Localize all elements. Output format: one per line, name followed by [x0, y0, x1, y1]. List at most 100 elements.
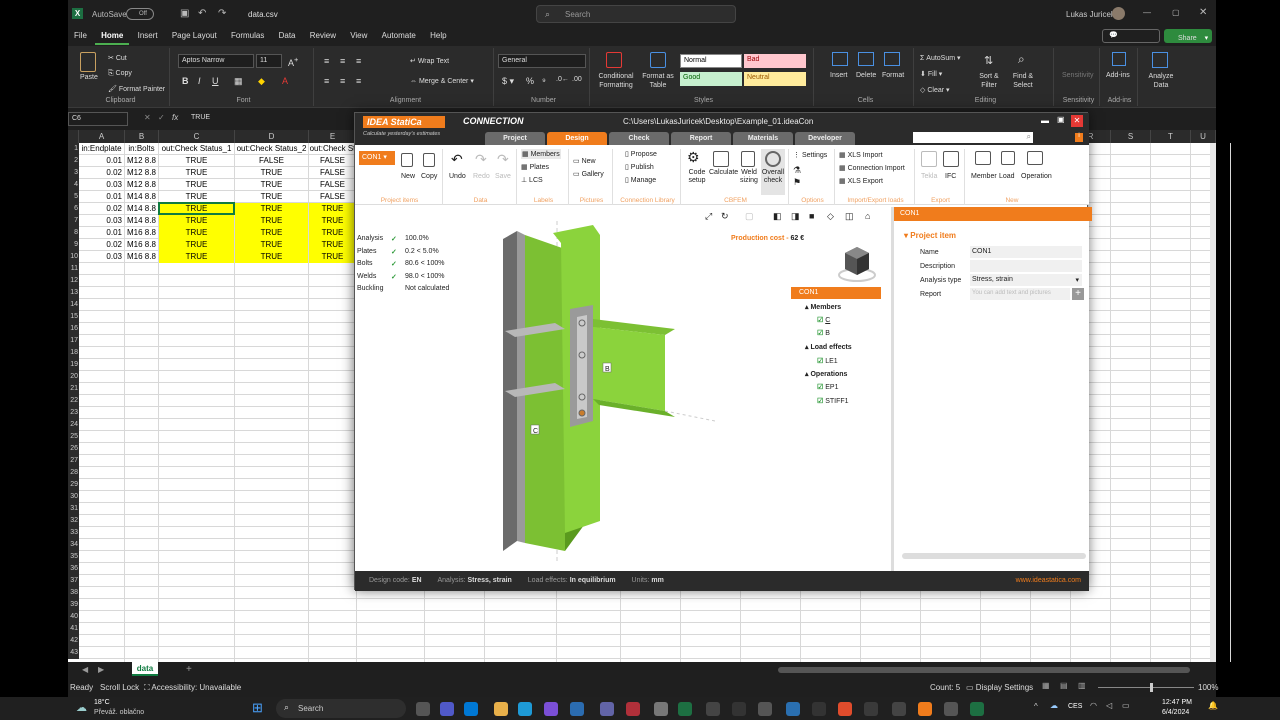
- analyze-data-icon[interactable]: [1152, 52, 1168, 68]
- labels-members-button[interactable]: ▦ Members: [521, 149, 561, 159]
- viewport-3d[interactable]: ⤢ ↻ ▢ ◧ ◨ ■ ◇ ◫ ⌂ Analysis ✓ 100.0% Plates ✓…: [355, 205, 889, 571]
- row-header[interactable]: 15: [68, 311, 79, 323]
- row-header[interactable]: 10: [68, 251, 79, 263]
- row-header[interactable]: 25: [68, 431, 79, 443]
- app-icon-10[interactable]: [812, 702, 826, 716]
- row-header[interactable]: 11: [68, 263, 79, 275]
- tab-home[interactable]: Home: [95, 28, 130, 45]
- row-header[interactable]: 9: [68, 239, 79, 251]
- column-header[interactable]: A: [79, 130, 125, 143]
- table-cell[interactable]: 0.02: [79, 203, 124, 215]
- column-header[interactable]: C: [159, 130, 235, 143]
- clear-button[interactable]: ◇ Clear ▾: [920, 86, 950, 94]
- excel-taskbar-icon[interactable]: [970, 702, 984, 716]
- table-cell[interactable]: 0.02: [79, 239, 124, 251]
- app-icon-5[interactable]: [678, 702, 692, 716]
- decrease-decimal-icon[interactable]: .00: [572, 76, 582, 83]
- tree-root[interactable]: CON1: [791, 287, 881, 299]
- table-cell[interactable]: TRUE: [309, 203, 356, 215]
- description-input[interactable]: [970, 260, 1082, 272]
- row-header[interactable]: 16: [68, 323, 79, 335]
- underline-icon[interactable]: U: [212, 76, 219, 86]
- app-icon-4[interactable]: [654, 702, 668, 716]
- name-input[interactable]: CON1: [970, 246, 1082, 258]
- table-cell[interactable]: TRUE: [159, 215, 234, 227]
- table-cell[interactable]: TRUE: [235, 179, 308, 191]
- comma-icon[interactable]: ⁹: [542, 76, 546, 86]
- option-icon-2[interactable]: ⚑: [793, 177, 801, 188]
- column-header[interactable]: E: [309, 130, 357, 143]
- new-operation-icon[interactable]: [1027, 151, 1043, 165]
- table-cell[interactable]: M12 8.8: [125, 155, 158, 167]
- ifc-icon[interactable]: [943, 151, 959, 167]
- analyze-data-button[interactable]: Analyze Data: [1144, 72, 1178, 90]
- table-cell[interactable]: M16 8.8: [125, 239, 158, 251]
- app-icon-7[interactable]: [732, 702, 746, 716]
- table-cell[interactable]: TRUE: [309, 215, 356, 227]
- taskview-icon[interactable]: [416, 702, 430, 716]
- table-cell[interactable]: M16 8.8: [125, 227, 158, 239]
- propose-button[interactable]: ▯ Propose: [625, 150, 657, 158]
- row-header[interactable]: 39: [68, 599, 79, 611]
- name-box[interactable]: C6: [68, 112, 128, 126]
- labels-plates-button[interactable]: ▦ Plates: [521, 163, 549, 171]
- format-painter-button[interactable]: 🖌 Format Painter: [108, 85, 165, 93]
- app-icon-1[interactable]: [570, 702, 584, 716]
- properties-section[interactable]: ▾ Project item: [904, 231, 956, 240]
- bold-icon[interactable]: B: [182, 76, 189, 86]
- rotate-icon[interactable]: ↻: [721, 211, 729, 222]
- ifc-button[interactable]: IFC: [945, 173, 956, 180]
- connection-import-button[interactable]: ▦ Connection Import: [839, 164, 905, 172]
- table-cell[interactable]: 0.03: [79, 251, 124, 263]
- percent-icon[interactable]: %: [526, 76, 534, 86]
- battery-icon[interactable]: ▭: [1122, 701, 1130, 710]
- merge-center-button[interactable]: ⇔ Merge & Center ▾: [410, 77, 474, 85]
- table-cell[interactable]: FALSE: [235, 155, 308, 167]
- xls-import-button[interactable]: ▦ XLS Import: [839, 151, 883, 159]
- wifi-icon[interactable]: ◠: [1090, 701, 1097, 710]
- idea-save-button[interactable]: Save: [495, 173, 511, 180]
- tekla-icon[interactable]: [921, 151, 937, 167]
- autosum-button[interactable]: Σ AutoSum ▾: [920, 54, 961, 62]
- row-header[interactable]: 26: [68, 443, 79, 455]
- table-cell[interactable]: TRUE: [235, 191, 308, 203]
- tree-operations[interactable]: ▴ Operations: [805, 370, 847, 378]
- row-header[interactable]: 37: [68, 575, 79, 587]
- select-icon[interactable]: ▢: [745, 211, 754, 222]
- con-selector[interactable]: CON1 ▾: [359, 151, 395, 165]
- table-cell[interactable]: TRUE: [235, 251, 308, 263]
- labels-lcs-button[interactable]: ⊥ LCS: [521, 176, 543, 184]
- view-wire-icon[interactable]: ◇: [827, 211, 834, 222]
- settings-button[interactable]: ⋮ Settings: [793, 151, 827, 159]
- number-format-select[interactable]: General: [498, 54, 586, 68]
- header-cell[interactable]: out:Check Status_1: [159, 143, 234, 155]
- delete-cells-icon[interactable]: [858, 52, 874, 66]
- header-cell[interactable]: in:Bolts: [125, 143, 158, 155]
- table-cell[interactable]: TRUE: [159, 251, 234, 263]
- table-cell[interactable]: M14 8.8: [125, 203, 158, 215]
- table-cell[interactable]: FALSE: [309, 155, 356, 167]
- view-normal-icon[interactable]: ▦: [1042, 681, 1050, 690]
- wrap-text-button[interactable]: ↵ Wrap Text: [410, 57, 449, 65]
- manage-button[interactable]: ▯ Manage: [625, 176, 656, 184]
- row-header[interactable]: 28: [68, 467, 79, 479]
- sheet-next-icon[interactable]: ▶: [98, 665, 104, 674]
- copy-item-icon[interactable]: [423, 153, 435, 167]
- idea-redo-button[interactable]: Redo: [473, 173, 490, 180]
- column-header[interactable]: B: [125, 130, 159, 143]
- align-middle-icon[interactable]: ≡: [340, 56, 345, 66]
- idea-minimize-icon[interactable]: ▬: [1041, 116, 1049, 125]
- idea-help-icon[interactable]: i: [1075, 133, 1083, 142]
- xls-export-button[interactable]: ▦ XLS Export: [839, 177, 883, 185]
- tree-members[interactable]: ▴ Members: [805, 303, 841, 311]
- find-select-icon[interactable]: ⌕: [1018, 52, 1025, 67]
- copy-item-button[interactable]: Copy: [421, 173, 437, 180]
- app-icon-13[interactable]: [944, 702, 958, 716]
- tab-formulas[interactable]: Formulas: [225, 28, 270, 43]
- teams-icon[interactable]: [440, 702, 454, 716]
- table-cell[interactable]: TRUE: [235, 215, 308, 227]
- status-accessibility[interactable]: ⛶ Accessibility: Unavailable: [144, 683, 241, 693]
- column-header[interactable]: S: [1111, 130, 1151, 143]
- gallery-button[interactable]: ▭ Gallery: [573, 170, 604, 178]
- table-cell[interactable]: 0.01: [79, 155, 124, 167]
